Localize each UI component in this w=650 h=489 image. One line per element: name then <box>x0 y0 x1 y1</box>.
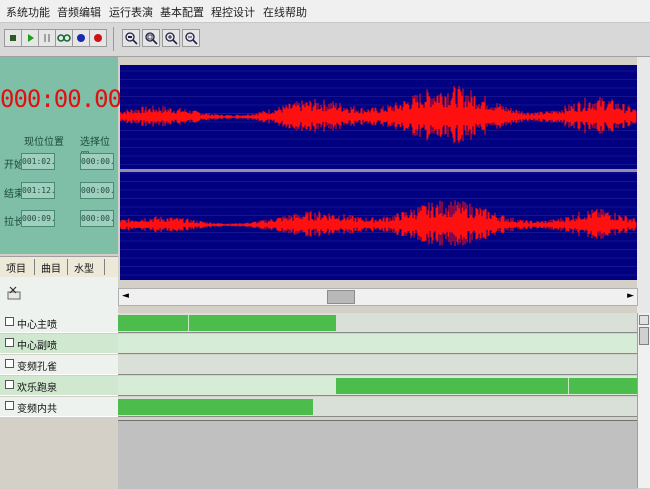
track-checkbox[interactable] <box>5 359 14 368</box>
track-segment[interactable] <box>336 378 637 394</box>
end-select-field[interactable]: 000:00.00 <box>80 182 114 199</box>
track-timeline[interactable] <box>118 397 637 417</box>
menu-program-design[interactable]: 程控设计 <box>211 4 255 20</box>
track-checkbox[interactable] <box>5 317 14 326</box>
menu-basic-config[interactable]: 基本配置 <box>160 4 204 20</box>
zoom-all-icon <box>145 32 158 45</box>
track-scrollbar[interactable] <box>637 313 650 488</box>
waveform-chart <box>119 70 637 276</box>
track-label-empty <box>0 420 118 488</box>
end-current-field[interactable]: 001:12.66 <box>21 182 55 199</box>
track-name: 变频孔雀 <box>17 362 57 373</box>
zoom-in-button[interactable] <box>162 29 180 47</box>
track-label[interactable]: 欢乐跑泉 <box>0 376 118 396</box>
time-panel: 000:00.00 现位位置 选择位置 开始 001:02.74 000:00.… <box>0 57 122 254</box>
time-display: 000:00.00 <box>0 85 122 113</box>
segment-divider <box>188 315 189 331</box>
track-timeline[interactable] <box>118 313 637 333</box>
track-timeline[interactable] <box>118 355 637 375</box>
track-segment[interactable] <box>118 315 336 331</box>
track-label[interactable]: 变频内共 <box>0 397 118 417</box>
scroll-up-icon[interactable] <box>639 315 649 325</box>
track-timeline[interactable] <box>118 376 637 396</box>
start-select-field[interactable]: 000:00.00 <box>80 153 114 170</box>
record-blue-icon <box>77 34 85 42</box>
segment-divider <box>568 378 569 394</box>
timeline-empty <box>118 420 637 489</box>
cut-icon[interactable] <box>7 285 23 301</box>
track-label[interactable]: 中心主喷 <box>0 313 118 333</box>
right-edge <box>637 57 650 313</box>
zoom-fit-icon <box>125 32 138 45</box>
record-red-icon <box>94 34 102 42</box>
track-timeline[interactable] <box>118 334 637 354</box>
scroll-left-icon[interactable]: ◄ <box>122 291 129 301</box>
track-name: 欢乐跑泉 <box>17 383 57 394</box>
zoom-in-icon <box>165 32 178 45</box>
panel-tabs: 项目 曲目 水型 <box>0 256 118 277</box>
track-scroll-thumb[interactable] <box>639 327 649 345</box>
length-current-field[interactable]: 000:09.91 <box>21 210 55 227</box>
zoom-fit-button[interactable] <box>122 29 140 47</box>
loop-icon <box>57 34 71 42</box>
tab-water-type[interactable]: 水型 <box>74 260 94 275</box>
stop-icon <box>10 35 16 41</box>
play-icon <box>28 34 34 42</box>
track-checkbox[interactable] <box>5 380 14 389</box>
track-segment[interactable] <box>118 399 313 415</box>
pause-icon <box>44 34 50 42</box>
scroll-thumb[interactable] <box>327 290 355 304</box>
menu-run-show[interactable]: 运行表演 <box>109 4 153 20</box>
track-name: 变频内共 <box>17 404 57 415</box>
toolbar <box>0 23 650 57</box>
start-current-field[interactable]: 001:02.74 <box>21 153 55 170</box>
track-checkbox[interactable] <box>5 401 14 410</box>
track-label[interactable]: 变频孔雀 <box>0 355 118 375</box>
track-checkbox[interactable] <box>5 338 14 347</box>
waveform-view[interactable] <box>119 65 637 280</box>
menu-audio-edit[interactable]: 音频编辑 <box>57 4 101 20</box>
track-name: 中心主喷 <box>17 320 57 331</box>
play-button[interactable] <box>21 29 39 47</box>
zoom-all-button[interactable] <box>142 29 160 47</box>
menu-system[interactable]: 系统功能 <box>6 4 50 20</box>
timeline-scrollbar[interactable]: ◄ ► <box>118 288 638 306</box>
tool-row <box>0 277 118 313</box>
scroll-right-icon[interactable]: ► <box>627 291 634 301</box>
tab-project[interactable]: 项目 <box>6 260 26 275</box>
loop-button[interactable] <box>55 29 73 47</box>
menu-online-help[interactable]: 在线帮助 <box>263 4 307 20</box>
menu-bar: 系统功能 音频编辑 运行表演 基本配置 程控设计 在线帮助 <box>0 0 650 23</box>
record-red-button[interactable] <box>89 29 107 47</box>
zoom-out-button[interactable] <box>182 29 200 47</box>
length-select-field[interactable]: 000:00.00 <box>80 210 114 227</box>
record-blue-button[interactable] <box>72 29 90 47</box>
current-position-header: 现位位置 <box>24 137 64 148</box>
tab-track[interactable]: 曲目 <box>41 260 61 275</box>
track-label[interactable]: 中心副喷 <box>0 334 118 354</box>
pause-button[interactable] <box>38 29 56 47</box>
track-name: 中心副喷 <box>17 341 57 352</box>
stop-button[interactable] <box>4 29 22 47</box>
zoom-out-icon <box>185 32 198 45</box>
